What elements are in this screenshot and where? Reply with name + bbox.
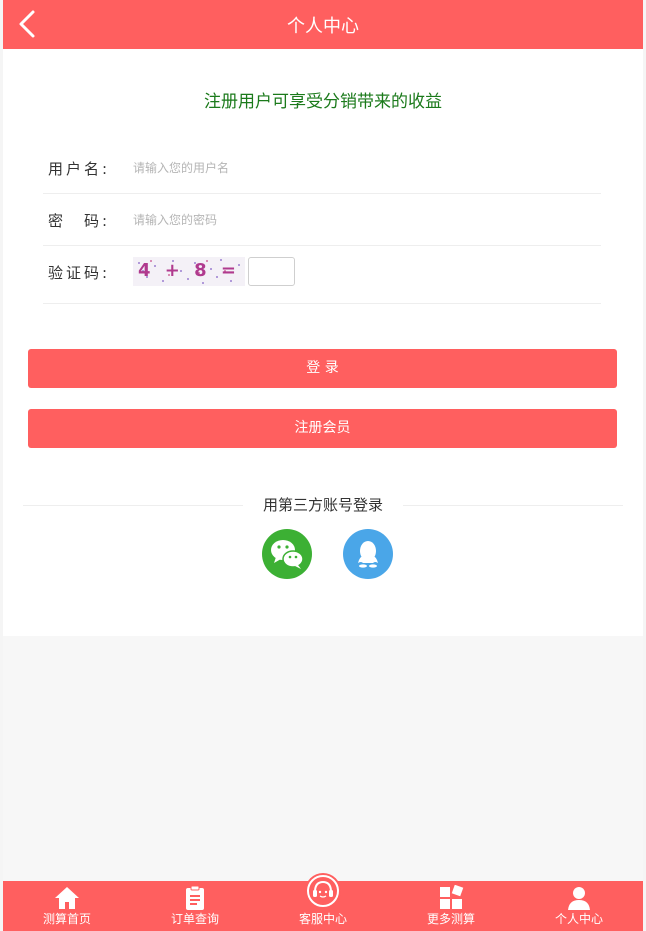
nav-label-more: 更多测算 bbox=[426, 912, 475, 926]
captcha-input[interactable] bbox=[248, 257, 295, 286]
clipboard-icon bbox=[182, 885, 208, 911]
header-bar: 个人中心 bbox=[3, 0, 643, 49]
headset-icon bbox=[305, 873, 341, 909]
captcha-expression: 4 + 8 = bbox=[137, 260, 240, 281]
login-card: 注册用户可享受分销带来的收益 用户名: 密 码: 验证码: bbox=[3, 49, 643, 636]
wechat-icon[interactable] bbox=[262, 529, 312, 579]
third-party-divider: 用第三方账号登录 bbox=[23, 492, 623, 518]
third-party-title: 用第三方账号登录 bbox=[262, 496, 383, 514]
nav-item-orders[interactable]: 订单查询 bbox=[131, 881, 259, 931]
nav-item-service[interactable]: 客服中心 bbox=[259, 873, 387, 931]
username-input[interactable] bbox=[133, 154, 573, 182]
user-icon bbox=[566, 885, 592, 911]
promo-text: 注册用户可享受分销带来的收益 bbox=[204, 92, 442, 112]
nav-label-home: 测算首页 bbox=[42, 912, 91, 926]
home-icon bbox=[54, 885, 80, 911]
password-row: 密 码: bbox=[43, 194, 601, 246]
nav-label-service: 客服中心 bbox=[298, 912, 347, 926]
page-frame: 个人中心 注册用户可享受分销带来的收益 用户名: 密 码: 验证码: bbox=[3, 0, 643, 931]
page-title: 个人中心 bbox=[287, 16, 359, 37]
nav-item-more[interactable]: 更多测算 bbox=[387, 881, 515, 931]
bottom-nav: 测算首页 订单查询 客服中心 更多测算 个人中心 bbox=[3, 873, 643, 931]
register-button[interactable]: 注册会员 bbox=[28, 409, 617, 448]
nav-item-home[interactable]: 测算首页 bbox=[3, 881, 131, 931]
qq-icon[interactable] bbox=[343, 529, 393, 579]
login-button[interactable]: 登 录 bbox=[28, 349, 617, 388]
captcha-row: 验证码: 4 + 8 = bbox=[43, 246, 601, 304]
nav-label-profile: 个人中心 bbox=[554, 912, 603, 926]
nav-item-profile[interactable]: 个人中心 bbox=[515, 881, 643, 931]
captcha-image[interactable]: 4 + 8 = bbox=[133, 257, 245, 286]
password-label: 密 码: bbox=[48, 212, 111, 230]
username-label: 用户名: bbox=[48, 160, 111, 178]
grid-icon bbox=[438, 884, 464, 911]
username-row: 用户名: bbox=[43, 142, 601, 194]
nav-label-orders: 订单查询 bbox=[170, 912, 219, 926]
captcha-label: 验证码: bbox=[48, 264, 111, 282]
password-input[interactable] bbox=[133, 206, 573, 234]
